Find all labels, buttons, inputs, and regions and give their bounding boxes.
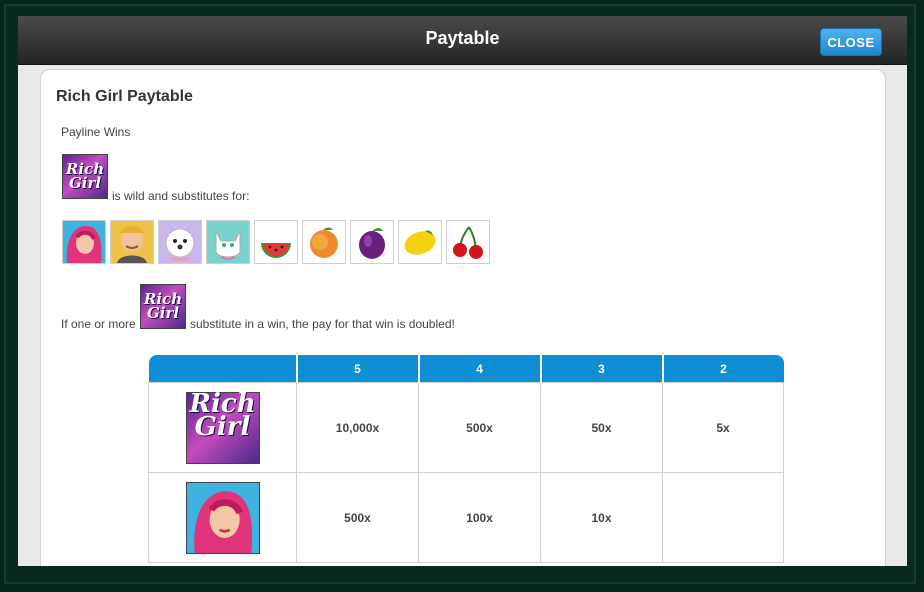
double-text-prefix: If one or more (61, 317, 136, 331)
rich-girl-logo-icon: Rich Girl (140, 284, 186, 329)
logo-word-girl: Girl (146, 303, 180, 322)
peach-icon (302, 220, 346, 264)
logo-word-girl: Girl (194, 411, 251, 442)
table-header-row: 5 4 3 2 (148, 355, 784, 383)
pay-cell: 50x (540, 382, 663, 473)
rich-girl-woman-icon (62, 220, 106, 264)
cherries-icon (446, 220, 490, 264)
pay-cell: 5x (662, 382, 784, 473)
symbol-cell: Rich Girl (148, 382, 297, 473)
column-header: 2 (662, 355, 784, 383)
plum-icon (350, 220, 394, 264)
butler-icon (110, 220, 154, 264)
pay-cell (662, 472, 784, 563)
modal-title: Paytable (425, 28, 500, 48)
pay-cell: 500x (296, 472, 419, 563)
paytable-modal: Paytable CLOSE Rich Girl Paytable Paylin… (18, 16, 907, 566)
table-row: 500x 100x 10x (148, 472, 784, 563)
symbol-column-header (148, 355, 298, 383)
pay-cell: 10x (540, 472, 663, 563)
paytable-heading: Rich Girl Paytable (56, 88, 193, 105)
paytable-content[interactable]: Rich Girl Paytable Payline Wins Rich Girl… (40, 69, 886, 566)
column-header: 4 (418, 355, 542, 383)
column-header: 5 (296, 355, 420, 383)
watermelon-icon (254, 220, 298, 264)
white-dog-icon (158, 220, 202, 264)
table-row: Rich Girl 10,000x 500x 50x 5x (148, 382, 784, 473)
pay-table: 5 4 3 2 Rich Girl 10,000x 500x 50x 5x 50… (148, 355, 784, 563)
double-text-suffix: substitute in a win, the pay for that wi… (190, 317, 455, 331)
pay-cell: 10,000x (296, 382, 419, 473)
pay-cell: 500x (418, 382, 541, 473)
symbol-cell (148, 472, 297, 563)
section-label: Payline Wins (61, 125, 131, 139)
logo-word-girl: Girl (68, 173, 102, 192)
close-button[interactable]: CLOSE (820, 28, 882, 56)
lemon-icon (398, 220, 442, 264)
white-cat-icon (206, 220, 250, 264)
modal-header: Paytable CLOSE (18, 16, 907, 65)
column-header: 3 (540, 355, 664, 383)
wild-description: is wild and substitutes for: (112, 189, 250, 203)
rich-girl-logo-icon: Rich Girl (185, 390, 260, 464)
pay-cell: 100x (418, 472, 541, 563)
rich-girl-woman-icon (185, 481, 260, 554)
rich-girl-logo-icon: Rich Girl (62, 154, 108, 199)
